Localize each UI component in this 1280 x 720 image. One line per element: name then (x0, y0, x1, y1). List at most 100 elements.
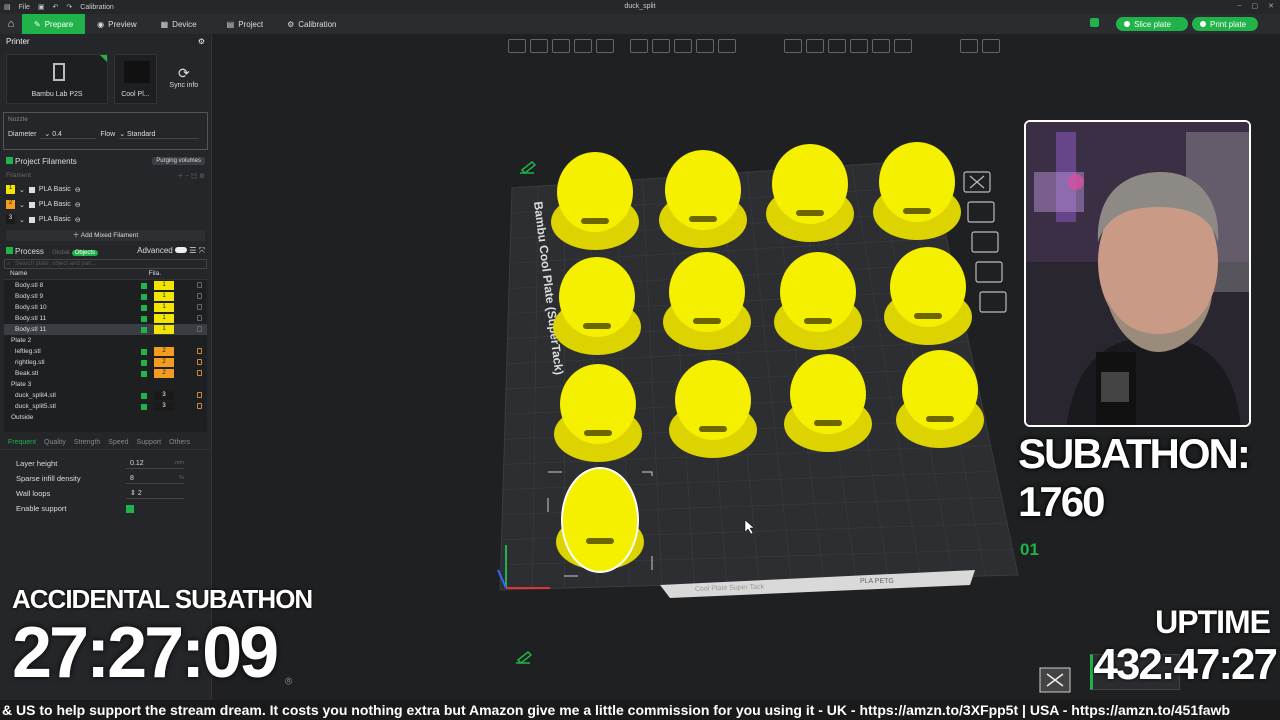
settings-icon[interactable] (197, 359, 202, 365)
search-input[interactable]: ⌕ Search plate, object and part... (4, 259, 207, 269)
filament-index[interactable]: 1 (154, 281, 174, 290)
filament-index[interactable]: 1 (154, 325, 174, 334)
layout-icon[interactable] (1090, 18, 1099, 27)
minimize-icon[interactable]: – (1238, 2, 1242, 10)
list-item[interactable]: Body.stl 11 1 (4, 324, 207, 335)
tab-prepare[interactable]: ✎ Prepare (22, 14, 86, 34)
list-item[interactable]: Body.stl 9 1 (4, 291, 207, 302)
list-item[interactable]: Body.stl 11 1 (4, 313, 207, 324)
plate-view-icon[interactable] (979, 291, 1007, 313)
list-item[interactable]: Beak.stl 2 (4, 368, 207, 379)
gear-icon[interactable]: ⚙ (198, 37, 205, 46)
filament-index[interactable]: 1 (154, 314, 174, 323)
slice-plate-button[interactable]: Slice plate (1116, 17, 1188, 31)
filament-index[interactable]: 2 (154, 347, 174, 356)
purging-volumes-button[interactable]: Purging volumes (152, 157, 205, 165)
infill-density-input[interactable]: 8% (126, 473, 184, 484)
remove-icon[interactable]: ⊖ (75, 201, 81, 209)
duck-model[interactable] (766, 144, 854, 242)
visible-checkbox[interactable] (141, 326, 147, 333)
printer-card[interactable]: Bambu Lab P2S (6, 54, 109, 104)
edit-plate-icon[interactable] (520, 160, 537, 175)
duck-model[interactable] (873, 142, 961, 240)
duck-model[interactable] (659, 150, 747, 248)
list-item[interactable]: rightleg.stl 2 (4, 357, 207, 368)
diameter-select[interactable]: ⌄ 0.4 (40, 130, 97, 139)
tab-others[interactable]: Others (169, 439, 190, 446)
maximize-icon[interactable]: ▢ (1252, 2, 1259, 10)
objects-toggle[interactable]: Objects (71, 249, 99, 256)
sync-info-button[interactable]: ⟳ Sync info (163, 54, 205, 104)
tab-calibration[interactable]: ⚙ Calibration (275, 14, 348, 34)
visible-checkbox[interactable] (141, 315, 147, 322)
calibration-menu[interactable]: Calibration (80, 4, 113, 11)
settings-icon[interactable] (197, 348, 202, 354)
filament-index[interactable]: 1 (154, 303, 174, 312)
advanced-switch[interactable] (174, 247, 187, 253)
tab-project[interactable]: ▤ Project (215, 14, 275, 34)
settings-icon[interactable] (197, 293, 202, 299)
settings-icon[interactable] (197, 326, 202, 332)
plate-group[interactable]: Plate 3 (4, 379, 207, 390)
global-toggle[interactable]: Global (52, 250, 69, 256)
filament-index[interactable]: 2 (154, 369, 174, 378)
duck-model[interactable] (551, 152, 639, 250)
visible-checkbox[interactable] (141, 392, 147, 399)
visible-checkbox[interactable] (141, 370, 147, 377)
list-item[interactable]: Body.stl 10 1 (4, 302, 207, 313)
plate-card[interactable]: Cool Pl... (114, 54, 157, 104)
tab-preview[interactable]: ◉ Preview (85, 14, 148, 34)
settings-icon[interactable] (197, 282, 202, 288)
settings-icon[interactable] (197, 392, 202, 398)
flow-select[interactable]: ⌄ Standard (119, 130, 200, 139)
settings-icon[interactable] (197, 315, 202, 321)
menu-icon[interactable]: ▤ (4, 3, 11, 11)
tab-frequent[interactable]: Frequent (8, 439, 36, 446)
filament-tools[interactable]: ＋ − ▤ ⚙ (177, 170, 205, 180)
file-menu[interactable]: File (19, 4, 30, 11)
tab-strength[interactable]: Strength (74, 439, 100, 446)
visible-checkbox[interactable] (141, 348, 147, 355)
enable-support-checkbox[interactable] (126, 505, 134, 513)
settings-icon[interactable] (197, 304, 202, 310)
visible-checkbox[interactable] (141, 403, 147, 410)
tab-support[interactable]: Support (137, 439, 162, 446)
settings-icon[interactable] (197, 370, 202, 376)
print-plate-button[interactable]: Print plate (1192, 17, 1258, 31)
filament-item-1[interactable]: 1 ⌄ PLA Basic ⊖ (6, 182, 110, 197)
plate-group[interactable]: Outside (4, 412, 207, 423)
visible-checkbox[interactable] (141, 359, 147, 366)
remove-icon[interactable]: ⊖ (75, 216, 81, 224)
add-mixed-filament-button[interactable]: ＋ Add Mixed Filament (6, 230, 205, 241)
arrange-plate-icon[interactable] (967, 201, 995, 223)
tab-quality[interactable]: Quality (44, 439, 66, 446)
redo-icon[interactable]: ↷ (66, 3, 72, 11)
undo-icon[interactable]: ↶ (53, 3, 59, 11)
tab-device[interactable]: ▦ Device (149, 14, 209, 34)
plate-group[interactable]: Plate 2 (4, 335, 207, 346)
close-icon[interactable]: ✕ (1268, 2, 1274, 10)
filament-index[interactable]: 3 (154, 391, 174, 400)
filament-item-2[interactable]: 2 ⌄ PLA Basic ⊖ (6, 197, 102, 212)
visible-checkbox[interactable] (141, 293, 147, 300)
filament-index[interactable]: 2 (154, 358, 174, 367)
visible-checkbox[interactable] (141, 304, 147, 311)
visible-checkbox[interactable] (141, 282, 147, 289)
list-item[interactable]: leftleg.stl 2 (4, 346, 207, 357)
filament-index[interactable]: 1 (154, 292, 174, 301)
camera-icon[interactable]: ⌾ (285, 674, 292, 689)
edit-plate-icon-2[interactable] (516, 650, 533, 665)
filament-index[interactable]: 3 (154, 402, 174, 411)
list-item[interactable]: duck_split4.stl 3 (4, 390, 207, 401)
wall-loops-input[interactable]: ⇕ 2 (126, 488, 184, 499)
list-item[interactable]: Body.stl 8 1 (4, 280, 207, 291)
lock-plate-icon[interactable] (975, 261, 1003, 283)
list-item[interactable]: duck_split5.stl 3 (4, 401, 207, 412)
save-icon[interactable]: ▣ (38, 3, 45, 11)
plate-settings-icon[interactable] (971, 231, 999, 253)
remove-icon[interactable]: ⊖ (75, 186, 81, 194)
settings-icon[interactable] (197, 403, 202, 409)
home-icon[interactable]: ⌂ (0, 14, 22, 34)
tab-speed[interactable]: Speed (108, 439, 128, 446)
layer-height-input[interactable]: 0.12 mm (126, 458, 184, 469)
